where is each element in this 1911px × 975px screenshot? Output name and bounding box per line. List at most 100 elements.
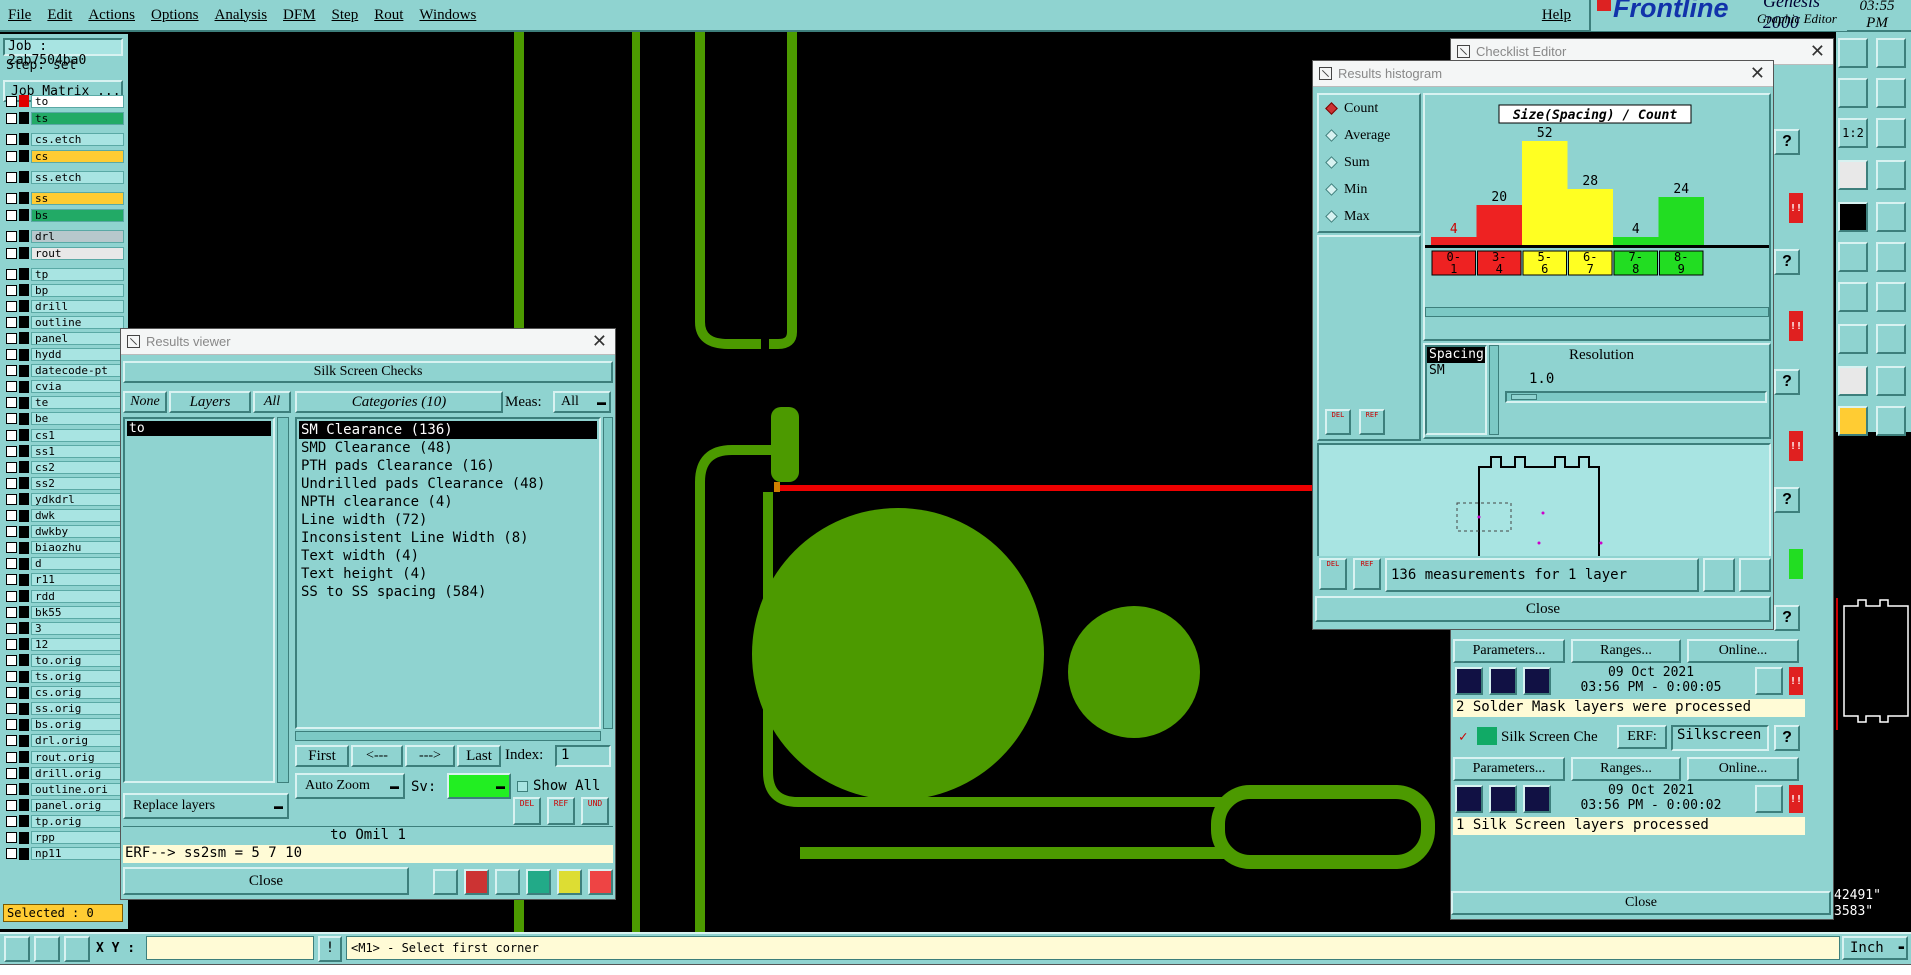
help-icon[interactable]: ? bbox=[1774, 605, 1800, 631]
layer-color-swatch[interactable] bbox=[19, 364, 29, 377]
layer-name[interactable]: cs.etch bbox=[31, 132, 124, 146]
layers-icon[interactable] bbox=[433, 869, 458, 895]
layer-color-swatch[interactable] bbox=[19, 209, 29, 221]
layer-checkbox[interactable] bbox=[6, 848, 17, 860]
layer-checkbox[interactable] bbox=[6, 209, 17, 221]
layer-row[interactable]: d bbox=[6, 557, 124, 571]
layer-name[interactable]: rout.orig bbox=[31, 750, 124, 764]
layer-checkbox[interactable] bbox=[6, 783, 17, 795]
curve-icon[interactable] bbox=[1838, 282, 1868, 312]
layer-name[interactable]: ss.etch bbox=[31, 170, 124, 184]
menu-dfm[interactable]: DFM bbox=[275, 7, 324, 24]
layer-name[interactable]: tp.orig bbox=[31, 814, 124, 828]
menu-rout[interactable]: Rout bbox=[366, 7, 411, 24]
check-set-header[interactable]: Silk Screen Checks bbox=[123, 361, 613, 383]
layer-color-swatch[interactable] bbox=[19, 622, 29, 635]
layer-color-swatch[interactable] bbox=[19, 171, 29, 183]
pad-icon[interactable] bbox=[1876, 202, 1906, 232]
layer-row[interactable]: ss1 bbox=[6, 444, 124, 458]
group-icon[interactable] bbox=[1876, 324, 1906, 354]
help-icon[interactable] bbox=[1876, 118, 1906, 148]
categories-button[interactable]: Categories (10) bbox=[295, 391, 503, 413]
layer-row[interactable]: datecode-pt bbox=[6, 364, 124, 378]
histogram-bar[interactable] bbox=[1567, 189, 1614, 245]
layer-checkbox[interactable] bbox=[6, 606, 17, 618]
layer-row[interactable]: bp bbox=[6, 283, 124, 297]
layer-row[interactable]: 12 bbox=[6, 637, 124, 651]
layer-checkbox[interactable] bbox=[6, 192, 17, 204]
layer-checkbox[interactable] bbox=[6, 150, 17, 162]
layer-checkbox[interactable] bbox=[6, 671, 17, 682]
run-icon[interactable] bbox=[1455, 785, 1483, 813]
layer-row[interactable]: panel bbox=[6, 331, 124, 345]
sm-item[interactable]: SM bbox=[1427, 363, 1485, 379]
triangle-icon[interactable] bbox=[1838, 366, 1868, 396]
resolution-slider[interactable] bbox=[1505, 391, 1767, 403]
layer-color-swatch[interactable] bbox=[19, 702, 29, 715]
run-all-icon[interactable] bbox=[1489, 667, 1517, 695]
menu-edit[interactable]: Edit bbox=[39, 7, 80, 24]
help-icon[interactable]: ? bbox=[1774, 369, 1800, 395]
layer-color-swatch[interactable] bbox=[19, 445, 29, 458]
measure-icon[interactable] bbox=[1876, 406, 1906, 436]
layer-color-swatch[interactable] bbox=[19, 133, 29, 145]
grid-icon[interactable] bbox=[64, 936, 90, 962]
layer-row[interactable]: cs1 bbox=[6, 428, 124, 442]
layer-checkbox[interactable] bbox=[6, 95, 17, 107]
layer-checkbox[interactable] bbox=[6, 815, 17, 827]
window-icon[interactable] bbox=[1876, 38, 1906, 68]
layer-name[interactable]: drl.orig bbox=[31, 734, 124, 748]
layer-row[interactable]: tp.orig bbox=[6, 814, 124, 828]
arc-icon[interactable] bbox=[1876, 242, 1906, 272]
layer-checkbox[interactable] bbox=[6, 719, 17, 731]
layer-row[interactable]: cs bbox=[6, 149, 124, 163]
layer-color-swatch[interactable] bbox=[19, 541, 29, 554]
zoom-icon[interactable] bbox=[1755, 667, 1783, 695]
histogram-chart[interactable]: Size(Spacing) / Count 40-1203-4525-6286-… bbox=[1425, 95, 1769, 285]
first-button[interactable]: First bbox=[295, 745, 349, 767]
histogram-bar[interactable] bbox=[1431, 237, 1477, 245]
layer-name[interactable]: drill.orig bbox=[31, 766, 124, 780]
stats-icon[interactable] bbox=[526, 869, 551, 895]
layer-checkbox[interactable] bbox=[6, 526, 17, 538]
layer-name[interactable]: 12 bbox=[31, 637, 124, 651]
layer-name[interactable]: cs2 bbox=[31, 460, 124, 474]
checklist-close-button[interactable]: Close bbox=[1451, 891, 1831, 915]
category-item[interactable]: Undrilled pads Clearance (48) bbox=[299, 475, 597, 493]
layer-row[interactable]: outline.ori bbox=[6, 782, 124, 796]
sv-color-dropdown[interactable]: ▬ bbox=[447, 773, 511, 799]
layer-name[interactable]: cs1 bbox=[31, 428, 124, 442]
online-button-2[interactable]: Online... bbox=[1687, 757, 1799, 781]
layer-name[interactable]: bk55 bbox=[31, 605, 124, 619]
layer-row[interactable]: ss.etch bbox=[6, 170, 124, 184]
ref-icon[interactable]: REF bbox=[1359, 409, 1385, 435]
layer-row[interactable]: rpp bbox=[6, 831, 124, 845]
parameters-button-2[interactable]: Parameters... bbox=[1453, 757, 1565, 781]
menu-windows[interactable]: Windows bbox=[411, 7, 484, 24]
layer-color-swatch[interactable] bbox=[19, 348, 29, 361]
layer-checkbox[interactable] bbox=[6, 429, 17, 441]
layer-color-swatch[interactable] bbox=[19, 192, 29, 204]
layer-row[interactable]: ydkdrl bbox=[6, 492, 124, 506]
menu-actions[interactable]: Actions bbox=[80, 7, 143, 24]
layer-row[interactable]: drill bbox=[6, 299, 124, 313]
layer-row[interactable]: ts.orig bbox=[6, 670, 124, 684]
layer-checkbox[interactable] bbox=[6, 332, 17, 344]
layer-checkbox[interactable] bbox=[6, 477, 17, 489]
histogram-bar[interactable] bbox=[1476, 205, 1523, 245]
close-icon[interactable]: ✕ bbox=[1750, 63, 1765, 84]
close-icon[interactable]: ✕ bbox=[592, 331, 607, 352]
layer-color-swatch[interactable] bbox=[19, 477, 29, 490]
layer-row[interactable]: rdd bbox=[6, 589, 124, 603]
layer-name[interactable]: 3 bbox=[31, 621, 124, 635]
layer-list-scrollbar[interactable] bbox=[277, 417, 289, 783]
menu-analysis[interactable]: Analysis bbox=[207, 7, 276, 24]
layer-checkbox[interactable] bbox=[6, 767, 17, 779]
layer-checkbox[interactable] bbox=[6, 703, 17, 715]
layer-checkbox[interactable] bbox=[6, 413, 17, 425]
layer-color-swatch[interactable] bbox=[19, 815, 29, 828]
menu-file[interactable]: File bbox=[0, 7, 39, 24]
layer-checkbox[interactable] bbox=[6, 799, 17, 811]
layer-checkbox[interactable] bbox=[6, 558, 17, 570]
layer-color-swatch[interactable] bbox=[19, 268, 29, 280]
